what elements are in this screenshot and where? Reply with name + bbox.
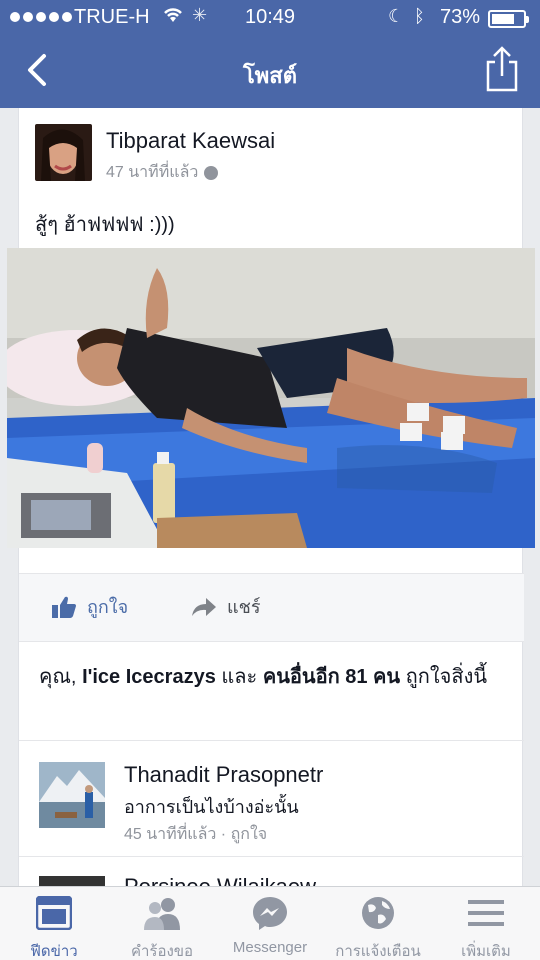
divider (19, 856, 524, 857)
tab-label: เพิ่มเติม (461, 943, 511, 960)
comment-item: Thanadit Prasopnetr อาการเป็นไงบ้างอ่ะนั… (39, 762, 509, 862)
likes-and: และ (221, 666, 258, 688)
liker-name[interactable]: I'ice Icecrazys (82, 666, 216, 688)
messenger-icon (253, 897, 287, 930)
commenter-avatar[interactable] (39, 876, 105, 886)
share-button[interactable] (482, 44, 522, 94)
tab-label: ฟีดข่าว (30, 943, 78, 960)
divider (19, 740, 524, 741)
post-photo[interactable] (7, 248, 535, 548)
top-bar: TRUE-H ✳ 10:49 ☾ ᛒ 73% โพสต์ (0, 0, 540, 108)
tab-notifications[interactable]: การแจ้งเตือน (324, 893, 432, 960)
likes-others[interactable]: คนอื่นอีก 81 คน (263, 666, 400, 688)
battery-icon (488, 10, 529, 28)
do-not-disturb-icon: ☾ (388, 6, 405, 26)
tab-requests[interactable]: คำร้องขอ (108, 893, 216, 960)
commenter-avatar[interactable] (39, 762, 105, 828)
post-card: Tibparat Kaewsai 47 นาทีที่แล้ว สู้ๆ ฮ้า… (7, 108, 535, 886)
comment-meta[interactable]: 45 นาทีที่แล้ว · ถูกใจ (124, 822, 267, 847)
photo-image (7, 248, 535, 548)
news-feed-icon (36, 896, 72, 930)
globe-notifications-icon (362, 897, 394, 929)
tab-bar: ฟีดข่าว คำร้องขอ Messenger การแจ้งเตือน … (0, 886, 540, 960)
tab-label: คำร้องขอ (130, 943, 194, 960)
public-globe-icon (204, 165, 219, 180)
like-button[interactable]: ถูกใจ (51, 592, 128, 621)
tab-news-feed[interactable]: ฟีดข่าว (0, 893, 108, 960)
share-label: แชร์ (227, 597, 261, 617)
tab-label: การแจ้งเตือน (335, 943, 421, 960)
likes-prefix: คุณ, (39, 666, 77, 688)
likes-suffix: ถูกใจสิ่งนี้ (405, 666, 488, 688)
likes-summary[interactable]: คุณ, I'ice Icecrazys และ คนอื่นอีก 81 คน… (39, 664, 509, 690)
post-author-name[interactable]: Tibparat Kaewsai (106, 128, 275, 154)
menu-icon (468, 900, 504, 926)
comment-item: Porsinee Wilaikaew (39, 874, 509, 886)
thumbs-up-icon (52, 596, 76, 618)
tab-messenger[interactable]: Messenger (216, 893, 324, 959)
post-detail: Tibparat Kaewsai 47 นาทีที่แล้ว สู้ๆ ฮ้า… (0, 108, 540, 886)
status-bar: TRUE-H ✳ 10:49 ☾ ᛒ 73% (0, 0, 540, 36)
navigation-bar: โพสต์ (0, 36, 540, 108)
post-actions: ถูกใจ แชร์ (19, 574, 524, 642)
share-post-button[interactable]: แชร์ (191, 592, 261, 621)
battery-percent: 73% (440, 6, 481, 28)
share-arrow-icon (192, 597, 216, 616)
post-text: สู้ๆ ฮ้าฟฟฟฟ :))) (35, 214, 175, 236)
author-avatar[interactable] (35, 124, 92, 181)
commenter-name[interactable]: Thanadit Prasopnetr (124, 762, 323, 788)
friend-requests-icon (144, 898, 180, 930)
tab-label: Messenger (232, 939, 308, 956)
post-timestamp[interactable]: 47 นาทีที่แล้ว (106, 160, 198, 185)
tab-more[interactable]: เพิ่มเติม (432, 893, 540, 960)
post-meta: 47 นาทีที่แล้ว (106, 160, 219, 185)
page-title: โพสต์ (242, 63, 298, 88)
like-label: ถูกใจ (87, 597, 129, 617)
bluetooth-icon: ᛒ (414, 6, 425, 26)
commenter-name[interactable]: Porsinee Wilaikaew (124, 874, 316, 886)
share-icon (486, 46, 518, 92)
comment-text: อาการเป็นไงบ้างอ่ะนั้น (124, 797, 299, 817)
